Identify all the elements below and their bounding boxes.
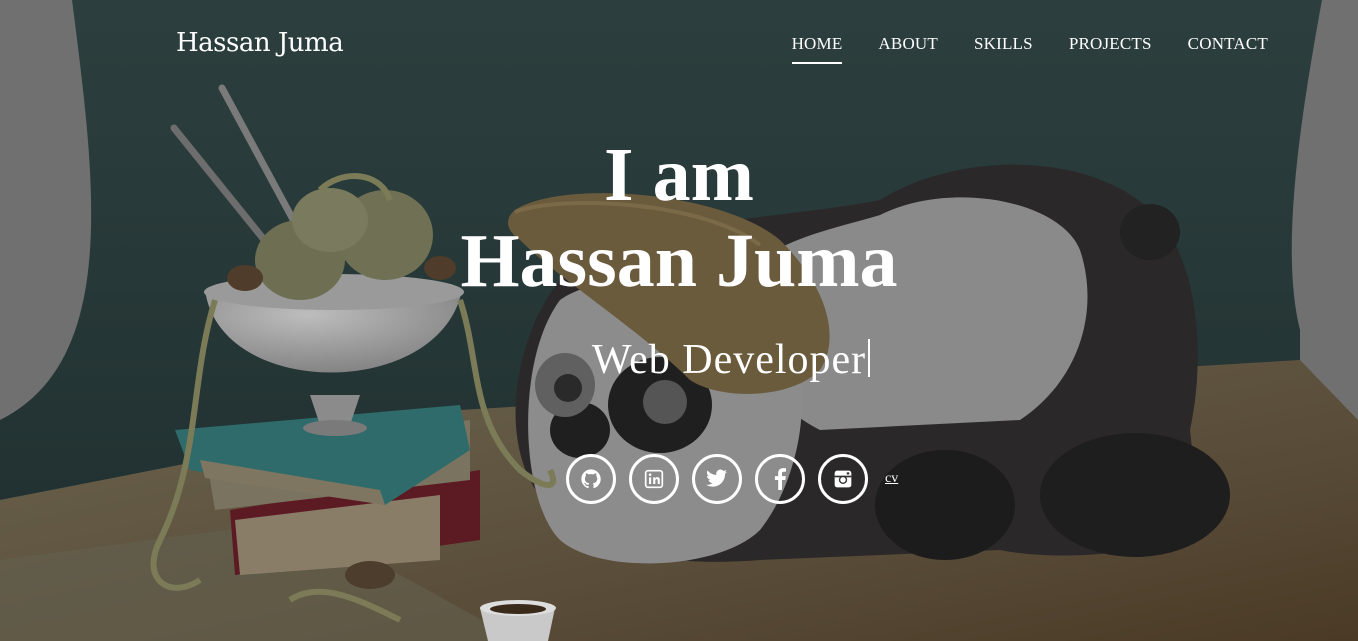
nav-home[interactable]: HOME <box>791 34 843 64</box>
nav-contact[interactable]: CONTACT <box>1188 34 1268 64</box>
hero-overlay <box>0 0 1358 641</box>
nav-about[interactable]: ABOUT <box>878 34 938 64</box>
linkedin-icon <box>644 469 664 489</box>
twitter-icon <box>706 469 727 487</box>
hero-line-1: I am <box>604 133 754 217</box>
hero-line-2: Hassan Juma <box>460 219 898 303</box>
cv-link[interactable]: cv <box>885 471 898 487</box>
github-link[interactable] <box>566 454 616 504</box>
main-nav: HOME ABOUT SKILLS PROJECTS CONTACT <box>791 34 1268 64</box>
navbar: Hassan Juma HOME ABOUT SKILLS PROJECTS C… <box>0 0 1358 90</box>
hero-subtitle: Web Developer <box>0 336 1358 384</box>
facebook-icon <box>774 468 786 490</box>
social-links: cv <box>566 454 898 504</box>
brand-logo[interactable]: Hassan Juma <box>176 28 344 58</box>
facebook-link[interactable] <box>755 454 805 504</box>
instagram-icon <box>834 470 852 488</box>
nav-projects[interactable]: PROJECTS <box>1069 34 1152 64</box>
typed-role: Web Developer <box>591 337 867 383</box>
instagram-link[interactable] <box>818 454 868 504</box>
nav-skills[interactable]: SKILLS <box>974 34 1033 64</box>
linkedin-link[interactable] <box>629 454 679 504</box>
typing-caret <box>868 339 871 377</box>
github-icon <box>581 469 601 489</box>
hero-headline: I am Hassan Juma <box>0 132 1358 304</box>
hero-section <box>0 0 1358 641</box>
twitter-link[interactable] <box>692 454 742 504</box>
